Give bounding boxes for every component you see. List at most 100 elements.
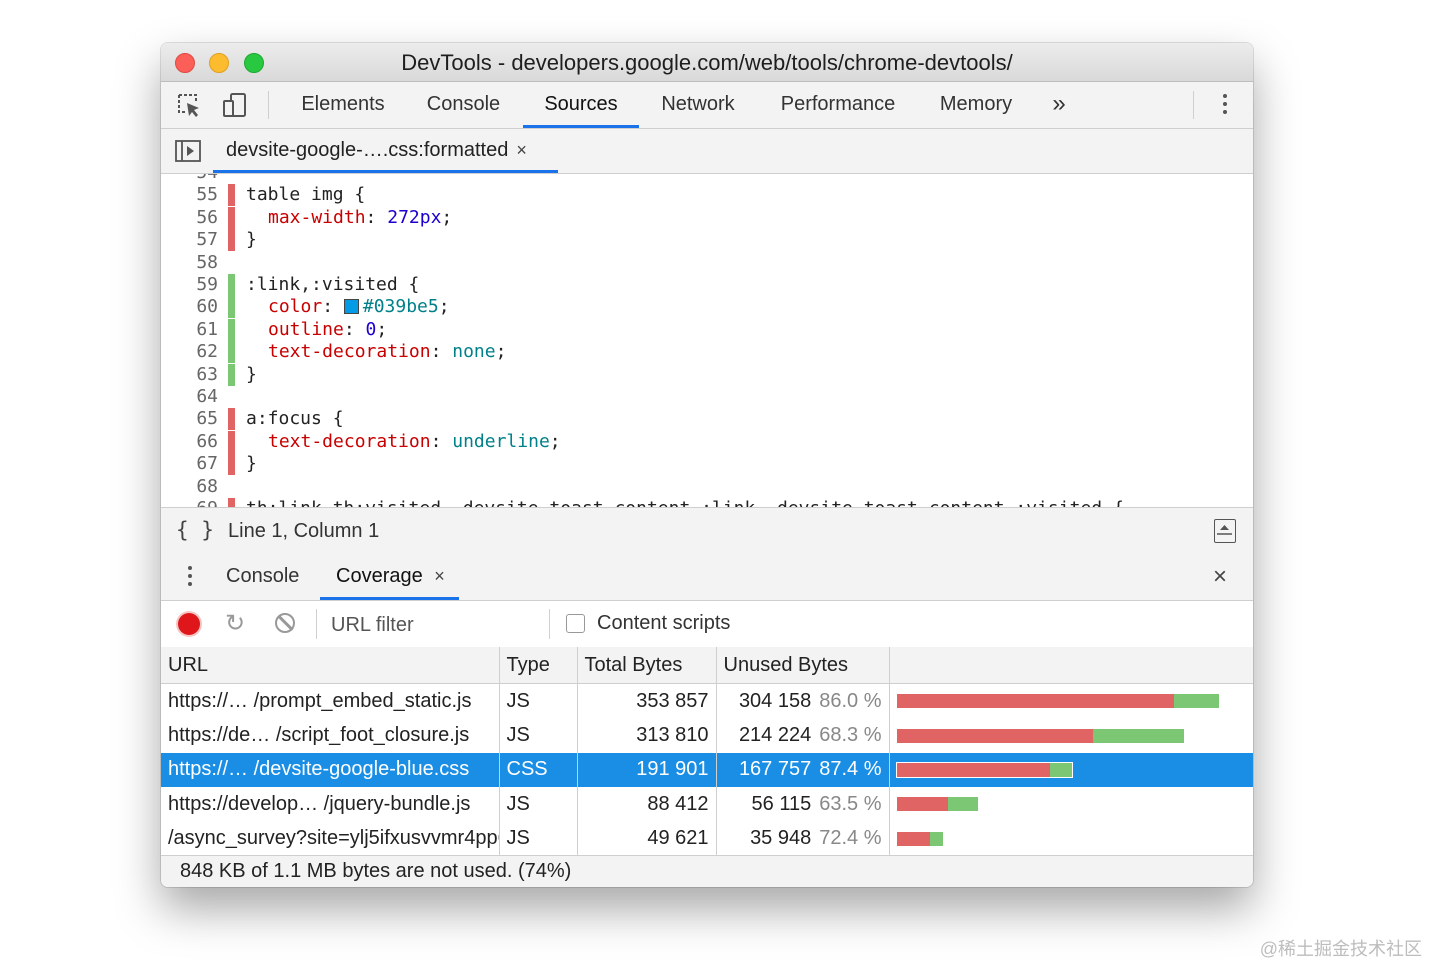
css-property: text-decoration: [268, 341, 431, 363]
reload-icon[interactable]: ↻: [225, 609, 245, 638]
css-value: #039be5: [362, 296, 439, 318]
unused-bytes-bar: [896, 797, 948, 812]
drawer-tab-coverage[interactable]: Coverage ×: [320, 554, 459, 600]
inspect-element-icon[interactable]: [176, 92, 202, 118]
unused-bytes-value: 304 158: [738, 689, 812, 712]
coverage-usage-bar-cell: [889, 684, 1253, 719]
toolbar-divider: [316, 609, 317, 639]
usage-bar: [896, 694, 1219, 709]
css-value: underline: [452, 430, 550, 452]
coverage-total-bytes: 313 810: [577, 718, 717, 753]
file-tab-name: devsite-google-….css:formatted: [226, 139, 509, 161]
column-header-type[interactable]: Type: [499, 647, 578, 684]
url-filter-input[interactable]: [329, 610, 543, 640]
code-editor[interactable]: 5455 table img {56 max-width: 272px; 57} 585…: [161, 174, 1253, 507]
close-file-tab-icon[interactable]: ×: [516, 140, 527, 160]
drawer-tab-bar: Console Coverage × ×: [161, 554, 1253, 601]
coverage-url: /async_survey?site=ylj5ifxusvvmr4pp6ae5l…: [161, 821, 500, 856]
css-property: color: [268, 296, 323, 318]
pretty-print-button[interactable]: { }: [176, 518, 214, 542]
coverage-row[interactable]: /async_survey?site=ylj5ifxusvvmr4pp6ae5l…: [161, 821, 1253, 856]
line-number: 55: [196, 184, 218, 206]
line-number: 56: [196, 206, 218, 228]
tab-sources[interactable]: Sources: [523, 82, 639, 128]
tab-network[interactable]: Network: [647, 82, 749, 128]
unused-code-marker: [228, 229, 235, 252]
unused-percent: 86.0 %: [819, 689, 882, 712]
toolbar-divider: [268, 91, 269, 119]
usage-bar: [896, 797, 978, 812]
coverage-url: https://de… /script_foot_closure.js: [161, 718, 500, 753]
coverage-url: https://… /prompt_embed_static.js: [161, 683, 500, 719]
line-number: 59: [196, 274, 218, 295]
coverage-type: CSS: [499, 752, 578, 788]
line-number: 61: [196, 318, 218, 340]
content-scripts-checkbox[interactable]: [566, 614, 585, 633]
unused-percent: 87.4 %: [819, 758, 882, 781]
code-line: }: [246, 453, 257, 475]
coverage-type: JS: [499, 821, 578, 856]
watermark: @稀土掘金技术社区: [1259, 939, 1422, 959]
toggle-navigator-icon[interactable]: [175, 140, 201, 162]
coverage-unused-bytes: 214 224 68.3 %: [716, 718, 890, 753]
unused-code-marker: [228, 498, 235, 507]
coverage-table: URL Type Total Bytes Unused Bytes https:…: [161, 647, 1253, 856]
unused-bytes-bar: [896, 831, 930, 846]
coverage-row[interactable]: https://develop… /jquery-bundle.js JS 88 4…: [161, 787, 1253, 822]
unused-percent: 72.4 %: [819, 827, 882, 850]
file-tab[interactable]: devsite-google-….css:formatted ×: [213, 129, 558, 173]
toggle-drawer-icon[interactable]: [1214, 519, 1236, 543]
color-swatch[interactable]: [343, 299, 359, 315]
coverage-toolbar: ↻ Content scripts: [161, 601, 1253, 648]
cursor-position: Line 1, Column 1: [228, 520, 380, 542]
column-header-total-bytes[interactable]: Total Bytes: [577, 647, 717, 684]
unused-bytes-bar: [896, 728, 1093, 743]
coverage-usage-bar-cell: [889, 787, 1253, 821]
record-button[interactable]: [178, 613, 200, 635]
coverage-row[interactable]: https://de… /script_foot_closure.js JS 313…: [161, 718, 1253, 753]
usage-bar: [896, 831, 943, 846]
tab-memory[interactable]: Memory: [925, 82, 1027, 128]
code-line: outline: 0;: [268, 318, 388, 340]
coverage-row[interactable]: https://… /devsite-google-blue.css CSS 191…: [161, 752, 1253, 788]
code-line: }: [246, 229, 257, 251]
customize-menu-icon[interactable]: [1223, 94, 1228, 118]
column-header-url[interactable]: URL: [161, 647, 500, 684]
devtools-window: DevTools - developers.google.com/web/too…: [161, 43, 1253, 887]
coverage-usage-bar-cell: [889, 822, 1253, 856]
unused-code-marker: [228, 408, 235, 431]
line-number: 67: [196, 453, 218, 475]
css-property: outline: [268, 318, 344, 340]
drawer-tab-coverage-label: Coverage: [336, 565, 423, 587]
coverage-type: JS: [499, 718, 578, 753]
line-number: 54: [161, 174, 218, 184]
code-line: th:link,th:visited,.devsite-toast-conten…: [246, 498, 1124, 507]
device-toolbar-icon[interactable]: [222, 92, 248, 118]
code-line: }: [246, 363, 257, 385]
coverage-summary-bar: 848 KB of 1.1 MB bytes are not used. (74…: [161, 855, 1253, 887]
more-tabs-button[interactable]: »: [1041, 82, 1077, 128]
tab-performance[interactable]: Performance: [765, 82, 911, 128]
unused-percent: 63.5 %: [819, 792, 882, 815]
tab-console[interactable]: Console: [411, 82, 516, 128]
coverage-usage-bar-cell: [889, 752, 1253, 788]
used-code-marker: [228, 341, 235, 364]
editor-status-bar: { } Line 1, Column 1: [161, 507, 1253, 555]
css-property: max-width: [268, 206, 366, 228]
code-line: text-decoration: underline;: [268, 430, 561, 452]
drawer-tab-console[interactable]: Console: [226, 554, 306, 600]
unused-percent: 68.3 %: [819, 724, 882, 747]
close-coverage-tab-icon[interactable]: ×: [434, 566, 445, 586]
tab-elements[interactable]: Elements: [287, 82, 399, 128]
coverage-unused-bytes: 35 948 72.4 %: [716, 821, 890, 856]
coverage-total-bytes: 49 621: [577, 821, 717, 856]
drawer-menu-icon[interactable]: [188, 566, 193, 590]
clear-icon[interactable]: [275, 613, 295, 633]
coverage-row[interactable]: https://… /prompt_embed_static.js JS 353 8…: [161, 683, 1253, 719]
coverage-total-bytes: 88 412: [577, 787, 717, 822]
line-number: 64: [196, 386, 218, 407]
column-header-unused-bytes[interactable]: Unused Bytes: [716, 647, 890, 684]
line-number: 62: [196, 341, 218, 363]
title-bar: DevTools - developers.google.com/web/too…: [161, 43, 1253, 82]
close-drawer-icon[interactable]: ×: [1213, 563, 1227, 591]
